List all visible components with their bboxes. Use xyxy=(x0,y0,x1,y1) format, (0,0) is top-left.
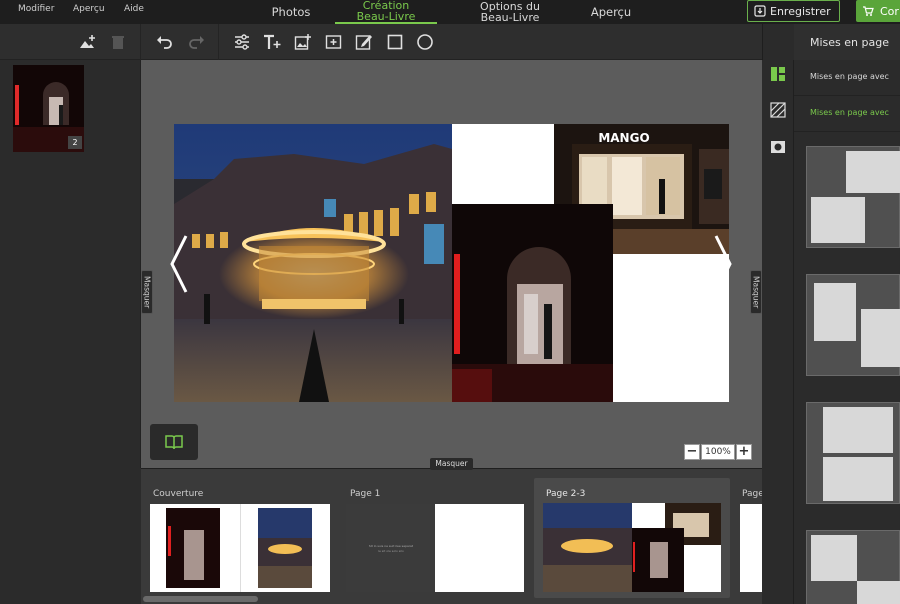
page-thumb-page1[interactable]: Sit lo suis ne suit ilee separat le sit … xyxy=(346,504,524,592)
save-icon xyxy=(754,5,766,17)
left-panel-toggle-label: Masquer xyxy=(142,275,152,309)
order-button-label: Cor xyxy=(880,4,899,18)
page-label-page2-3: Page 2-3 xyxy=(546,489,586,499)
zoom-in-button[interactable]: + xyxy=(736,444,752,460)
thumb-carousel xyxy=(543,503,632,592)
page-thumb-page2-3[interactable] xyxy=(543,503,721,592)
right-panel-toggle-label: Masquer xyxy=(751,275,761,309)
book-view-button[interactable] xyxy=(150,424,198,460)
page-strip-scrollbar[interactable] xyxy=(143,596,258,602)
page-thumb-couverture[interactable] xyxy=(150,504,330,592)
save-button-label: Enregistrer xyxy=(770,4,831,18)
page1-caption-line1: Sit lo suis ne suit ilee separat xyxy=(368,544,414,548)
carousel-image xyxy=(174,124,452,402)
add-image-icon[interactable] xyxy=(77,32,97,52)
page-label-couverture: Couverture xyxy=(153,489,204,499)
image-add-icon[interactable] xyxy=(293,32,313,52)
cart-icon xyxy=(863,6,874,16)
page-thumb-next[interactable] xyxy=(740,504,762,592)
background-pattern-icon[interactable] xyxy=(768,100,788,120)
zoom-out-button[interactable]: − xyxy=(684,444,700,460)
right-panel-scroll-track xyxy=(793,132,794,604)
cover-back-photo xyxy=(166,508,220,588)
tab-photos[interactable]: Photos xyxy=(264,0,318,24)
square-icon[interactable] xyxy=(385,32,405,52)
photo-usage-count: 2 xyxy=(68,136,82,149)
photo-arcade[interactable] xyxy=(452,204,613,402)
tab-apercu[interactable]: Aperçu xyxy=(584,0,638,24)
tab-apercu-label: Aperçu xyxy=(590,4,632,19)
layout-template[interactable] xyxy=(806,402,900,504)
photo-thumbnail[interactable]: 2 xyxy=(13,65,84,152)
book-spread[interactable]: MANGO xyxy=(174,124,729,402)
tab-options[interactable]: Options du Beau-Livre xyxy=(470,0,550,24)
save-button[interactable]: Enregistrer xyxy=(747,0,840,22)
layout-template[interactable] xyxy=(806,530,900,604)
toolbar-divider xyxy=(140,24,141,60)
tab-options-line2: Beau-Livre xyxy=(480,11,540,24)
next-page-arrow[interactable] xyxy=(712,234,734,294)
layouts-panel-title: Mises en page xyxy=(794,24,900,60)
arcade-image xyxy=(452,204,613,402)
menu-modifier[interactable]: Modifier xyxy=(18,4,54,14)
edit-frame-icon[interactable] xyxy=(354,32,374,52)
book-icon xyxy=(165,435,183,450)
menu-aide[interactable]: Aide xyxy=(124,4,144,14)
circle-icon[interactable] xyxy=(415,32,435,52)
page1-left-dark: Sit lo suis ne suit ilee separat le sit … xyxy=(346,504,435,592)
zoom-level: 100% xyxy=(701,444,735,460)
page-label-next: Page xyxy=(742,489,764,499)
page-label-page1: Page 1 xyxy=(350,489,381,499)
layout-option-2[interactable]: Mises en page avec xyxy=(794,96,900,132)
hide-page-strip-tab[interactable]: Masquer xyxy=(430,458,473,470)
left-panel-toggle[interactable]: Masquer xyxy=(141,270,153,314)
trash-icon[interactable] xyxy=(108,32,128,52)
order-button[interactable]: Cor xyxy=(856,0,900,22)
frame-add-icon[interactable] xyxy=(324,32,344,52)
toolbar xyxy=(0,24,762,60)
redo-icon[interactable] xyxy=(186,32,206,52)
tab-creation-line2: Beau-Livre xyxy=(356,10,416,23)
sliders-icon[interactable] xyxy=(232,32,252,52)
layout-icon[interactable] xyxy=(768,64,788,84)
cover-spine xyxy=(240,504,241,592)
undo-icon[interactable] xyxy=(155,32,175,52)
right-panel-toggle[interactable]: Masquer xyxy=(750,270,762,314)
text-add-icon[interactable] xyxy=(262,32,282,52)
menu-apercu[interactable]: Aperçu xyxy=(73,4,105,14)
cover-front-photo xyxy=(258,508,312,588)
photo-carousel[interactable] xyxy=(174,124,452,402)
store-sign: MANGO xyxy=(598,131,649,145)
toolbar-divider xyxy=(218,24,219,60)
top-bar: Modifier Aperçu Aide Photos Création Bea… xyxy=(0,0,900,24)
page1-caption-line2: le sit ole solo silo xyxy=(378,549,404,553)
mask-shape-icon[interactable] xyxy=(768,137,788,157)
tab-creation[interactable]: Création Beau-Livre xyxy=(335,0,437,24)
thumb-arcade xyxy=(632,528,684,592)
layout-option-1[interactable]: Mises en page avec xyxy=(794,60,900,96)
layout-template[interactable] xyxy=(806,274,900,376)
prev-page-arrow[interactable] xyxy=(168,234,190,294)
tab-photos-label: Photos xyxy=(271,4,311,19)
layout-template[interactable] xyxy=(806,146,900,248)
